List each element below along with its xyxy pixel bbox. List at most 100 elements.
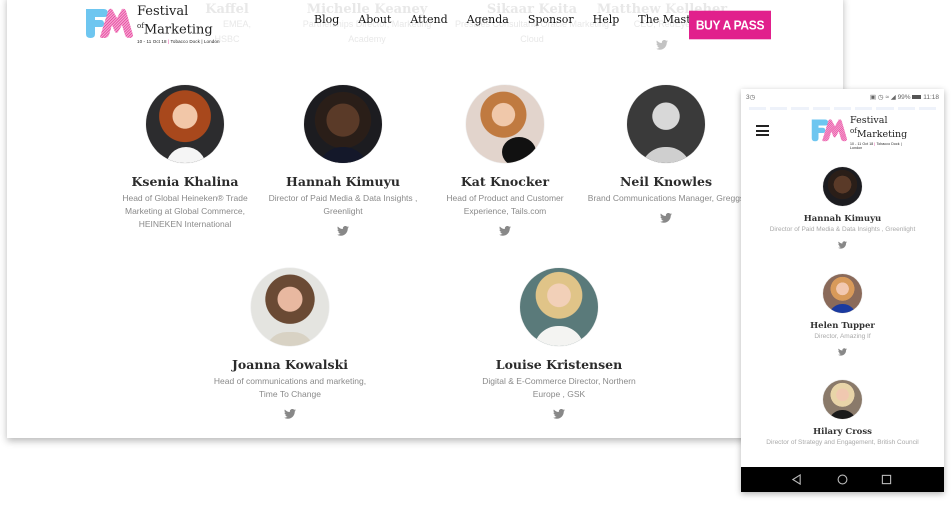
desktop-screenshot: Kaffel EMEA, HSBC Michelle Keaney Partne… <box>7 0 843 438</box>
home-icon[interactable] <box>837 474 848 485</box>
logo-event-info: 10 - 11 Oct 18 | Tobacco Dock | London <box>137 39 220 44</box>
battery-level: 99% <box>897 94 911 101</box>
speaker-avatar <box>823 380 862 419</box>
speaker-role: Director, Amazing If <box>814 333 871 340</box>
speaker-name: Helen Tupper <box>810 321 875 331</box>
speaker-role-line: Brand Communications Manager, Greggs <box>587 193 745 203</box>
twitter-icon[interactable] <box>838 241 847 249</box>
speaker-name: Louise Kristensen <box>495 357 623 372</box>
speaker-name: Kat Knocker <box>460 174 550 189</box>
twitter-icon[interactable] <box>553 409 565 419</box>
speaker-card[interactable]: Joanna Kowalski Head of communications a… <box>200 268 380 419</box>
speaker-role: Director of Paid Media & Data Insights ,… <box>263 192 423 218</box>
mobile-speaker-card[interactable]: Hilary Cross Director of Strategy and En… <box>741 380 944 446</box>
speaker-role-line: Europe , GSK <box>532 389 586 399</box>
signal-icon: ◢ <box>890 94 896 101</box>
speaker-role: Brand Communications Manager, Greggs <box>581 192 751 205</box>
twitter-icon[interactable] <box>838 348 847 356</box>
nav-blog[interactable]: Blog <box>314 13 339 26</box>
speaker-role: Director of Strategy and Engagement, Bri… <box>766 439 919 446</box>
fm-logo-mark-icon <box>86 8 133 38</box>
mobile-speaker-card[interactable]: Helen Tupper Director, Amazing If <box>741 274 944 356</box>
speaker-role-line: Head of Global Heineken® Trade <box>122 193 248 203</box>
speaker-role-line: HEINEKEN International <box>138 219 232 229</box>
speaker-role: Director of Paid Media & Data Insights ,… <box>769 226 916 233</box>
nfc-icon: ▣ <box>869 94 877 101</box>
fm-logo-mark-icon <box>811 119 847 142</box>
speaker-name: Joanna Kowalski <box>232 357 348 372</box>
speaker-avatar <box>146 85 224 163</box>
speaker-name: Ksenia Khalina <box>131 174 239 189</box>
speaker-role: Head of communications and marketing, Ti… <box>200 375 380 401</box>
festival-of-marketing-logo[interactable]: Festival ofMarketing 10 - 11 Oct 18 | To… <box>84 5 254 45</box>
logo-event-info: 10 - 11 Oct 18 | Tobacco Dock | London <box>850 142 910 150</box>
speaker-role-line: Director of Paid Media & Data Insights , <box>268 193 418 203</box>
logo-wordmark: Festival ofMarketing 10 - 11 Oct 18 | To… <box>137 4 220 45</box>
speaker-role: Digital & E-Commerce Director, Northern … <box>469 375 649 401</box>
faded-tab-strip <box>741 105 944 111</box>
speaker-avatar <box>823 167 862 206</box>
speaker-role-line: Marketing at Global Commerce, <box>125 206 245 216</box>
speaker-card[interactable]: Neil Knowles Brand Communications Manage… <box>581 85 751 223</box>
nav-about[interactable]: About <box>358 13 391 26</box>
speaker-role: Head of Product and Customer Experience,… <box>425 192 585 218</box>
speaker-card[interactable]: Kat Knocker Head of Product and Customer… <box>425 85 585 236</box>
nav-attend[interactable]: Attend <box>410 13 447 26</box>
speaker-card[interactable]: Louise Kristensen Digital & E-Commerce D… <box>469 268 649 419</box>
nav-sponsor[interactable]: Sponsor <box>528 13 574 26</box>
nav-help[interactable]: Help <box>593 13 620 26</box>
main-nav: Blog About Attend Agenda Sponsor Help Th… <box>314 13 727 26</box>
speaker-name: Neil Knowles <box>619 174 713 189</box>
mobile-header: Festival ofMarketing 10 - 11 Oct 18 | To… <box>741 113 944 153</box>
speaker-role: Head of Global Heineken® Trade Marketing… <box>105 192 265 231</box>
twitter-icon[interactable] <box>337 226 349 236</box>
mobile-screenshot: 3◷ ▣ ◷ ≈ ◢ 99% 11:18 Festival ofMarketin… <box>741 89 944 492</box>
speaker-card[interactable]: Hannah Kimuyu Director of Paid Media & D… <box>263 85 423 236</box>
wifi-icon: ≈ <box>885 94 889 101</box>
status-right: ▣ ◷ ≈ ◢ 99% 11:18 <box>870 93 939 101</box>
logo-separator: | <box>167 39 170 45</box>
status-left: 3◷ <box>746 94 756 101</box>
buy-a-pass-button[interactable]: BUY A PASS <box>689 10 771 40</box>
logo-wordmark: Festival ofMarketing 10 - 11 Oct 18 | To… <box>850 115 910 151</box>
speaker-name: Hannah Kimuyu <box>286 174 400 189</box>
back-icon[interactable] <box>791 474 802 485</box>
twitter-icon[interactable] <box>499 226 511 236</box>
speaker-avatar <box>466 85 544 163</box>
speaker-role-line: Experience, Tails.com <box>463 206 547 216</box>
clock: 11:18 <box>923 94 939 101</box>
alarm-icon: ◷ <box>877 94 884 101</box>
twitter-icon[interactable] <box>284 409 296 419</box>
speaker-role-line: Greenlight <box>323 206 363 216</box>
site-header: Festival ofMarketing 10 - 11 Oct 18 | To… <box>7 0 843 48</box>
mobile-speaker-card[interactable]: Hannah Kimuyu Director of Paid Media & D… <box>741 167 944 249</box>
notification-count: 3 <box>746 94 750 101</box>
speaker-avatar <box>823 274 862 313</box>
speaker-role-line: Time To Change <box>259 389 321 399</box>
logo-marketing: Marketing <box>143 22 213 38</box>
logo-date: 10 - 11 Oct 18 <box>137 39 167 45</box>
logo-marketing: Marketing <box>856 129 908 141</box>
hamburger-menu-icon[interactable] <box>756 125 769 136</box>
logo-line-2: ofMarketing <box>137 19 220 37</box>
logo-venue: Tobacco Dock | London <box>170 39 220 45</box>
speaker-avatar <box>520 268 598 346</box>
logo-of: of <box>137 22 144 30</box>
logo-of: of <box>850 127 857 135</box>
speaker-avatar <box>304 85 382 163</box>
speaker-role-line: Digital & E-Commerce Director, Northern <box>482 376 636 386</box>
nav-agenda[interactable]: Agenda <box>467 13 509 26</box>
logo-line-2: ofMarketing <box>850 126 910 140</box>
speaker-role-line: Head of communications and marketing, <box>213 376 367 386</box>
recents-icon[interactable] <box>881 474 892 485</box>
logo-line-1: Festival <box>137 4 189 19</box>
status-bar: 3◷ ▣ ◷ ≈ ◢ 99% 11:18 <box>741 89 944 105</box>
twitter-icon[interactable] <box>660 213 672 223</box>
speaker-card[interactable]: Ksenia Khalina Head of Global Heineken® … <box>105 85 265 231</box>
android-nav-bar <box>741 467 944 492</box>
speaker-role-line: Head of Product and Customer <box>446 193 564 203</box>
battery-icon <box>912 95 922 100</box>
festival-of-marketing-logo[interactable]: Festival ofMarketing 10 - 11 Oct 18 | To… <box>810 116 910 150</box>
speaker-name: Hilary Cross <box>813 427 872 437</box>
logo-line-1: Festival <box>850 115 888 126</box>
